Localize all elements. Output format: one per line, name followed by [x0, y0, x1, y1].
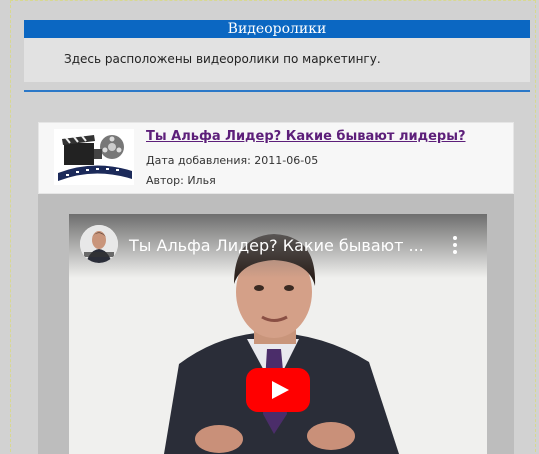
video-author: Автор: Илья — [146, 174, 216, 187]
section-title: Видеоролики — [24, 20, 530, 38]
video-card: Ты Альфа Лидер? Какие бывают лидеры? Дат… — [38, 122, 514, 194]
play-icon[interactable] — [246, 368, 310, 412]
video-player[interactable]: Ты Альфа Лидер? Какие бывают ... — [69, 214, 487, 454]
intro-text: Здесь расположены видеоролики по маркети… — [64, 52, 381, 66]
player-title[interactable]: Ты Альфа Лидер? Какие бывают ... — [129, 236, 424, 255]
video-title-link[interactable]: Ты Альфа Лидер? Какие бывают лидеры? — [146, 129, 466, 144]
video-date: Дата добавления: 2011-06-05 — [146, 154, 319, 167]
player-area: Ты Альфа Лидер? Какие бывают ... — [38, 194, 514, 454]
divider — [24, 90, 530, 92]
intro-box: Здесь расположены видеоролики по маркети… — [24, 38, 530, 82]
kebab-menu-icon[interactable] — [453, 236, 457, 254]
channel-avatar[interactable] — [80, 225, 118, 263]
film-camera-icon[interactable] — [54, 129, 134, 185]
